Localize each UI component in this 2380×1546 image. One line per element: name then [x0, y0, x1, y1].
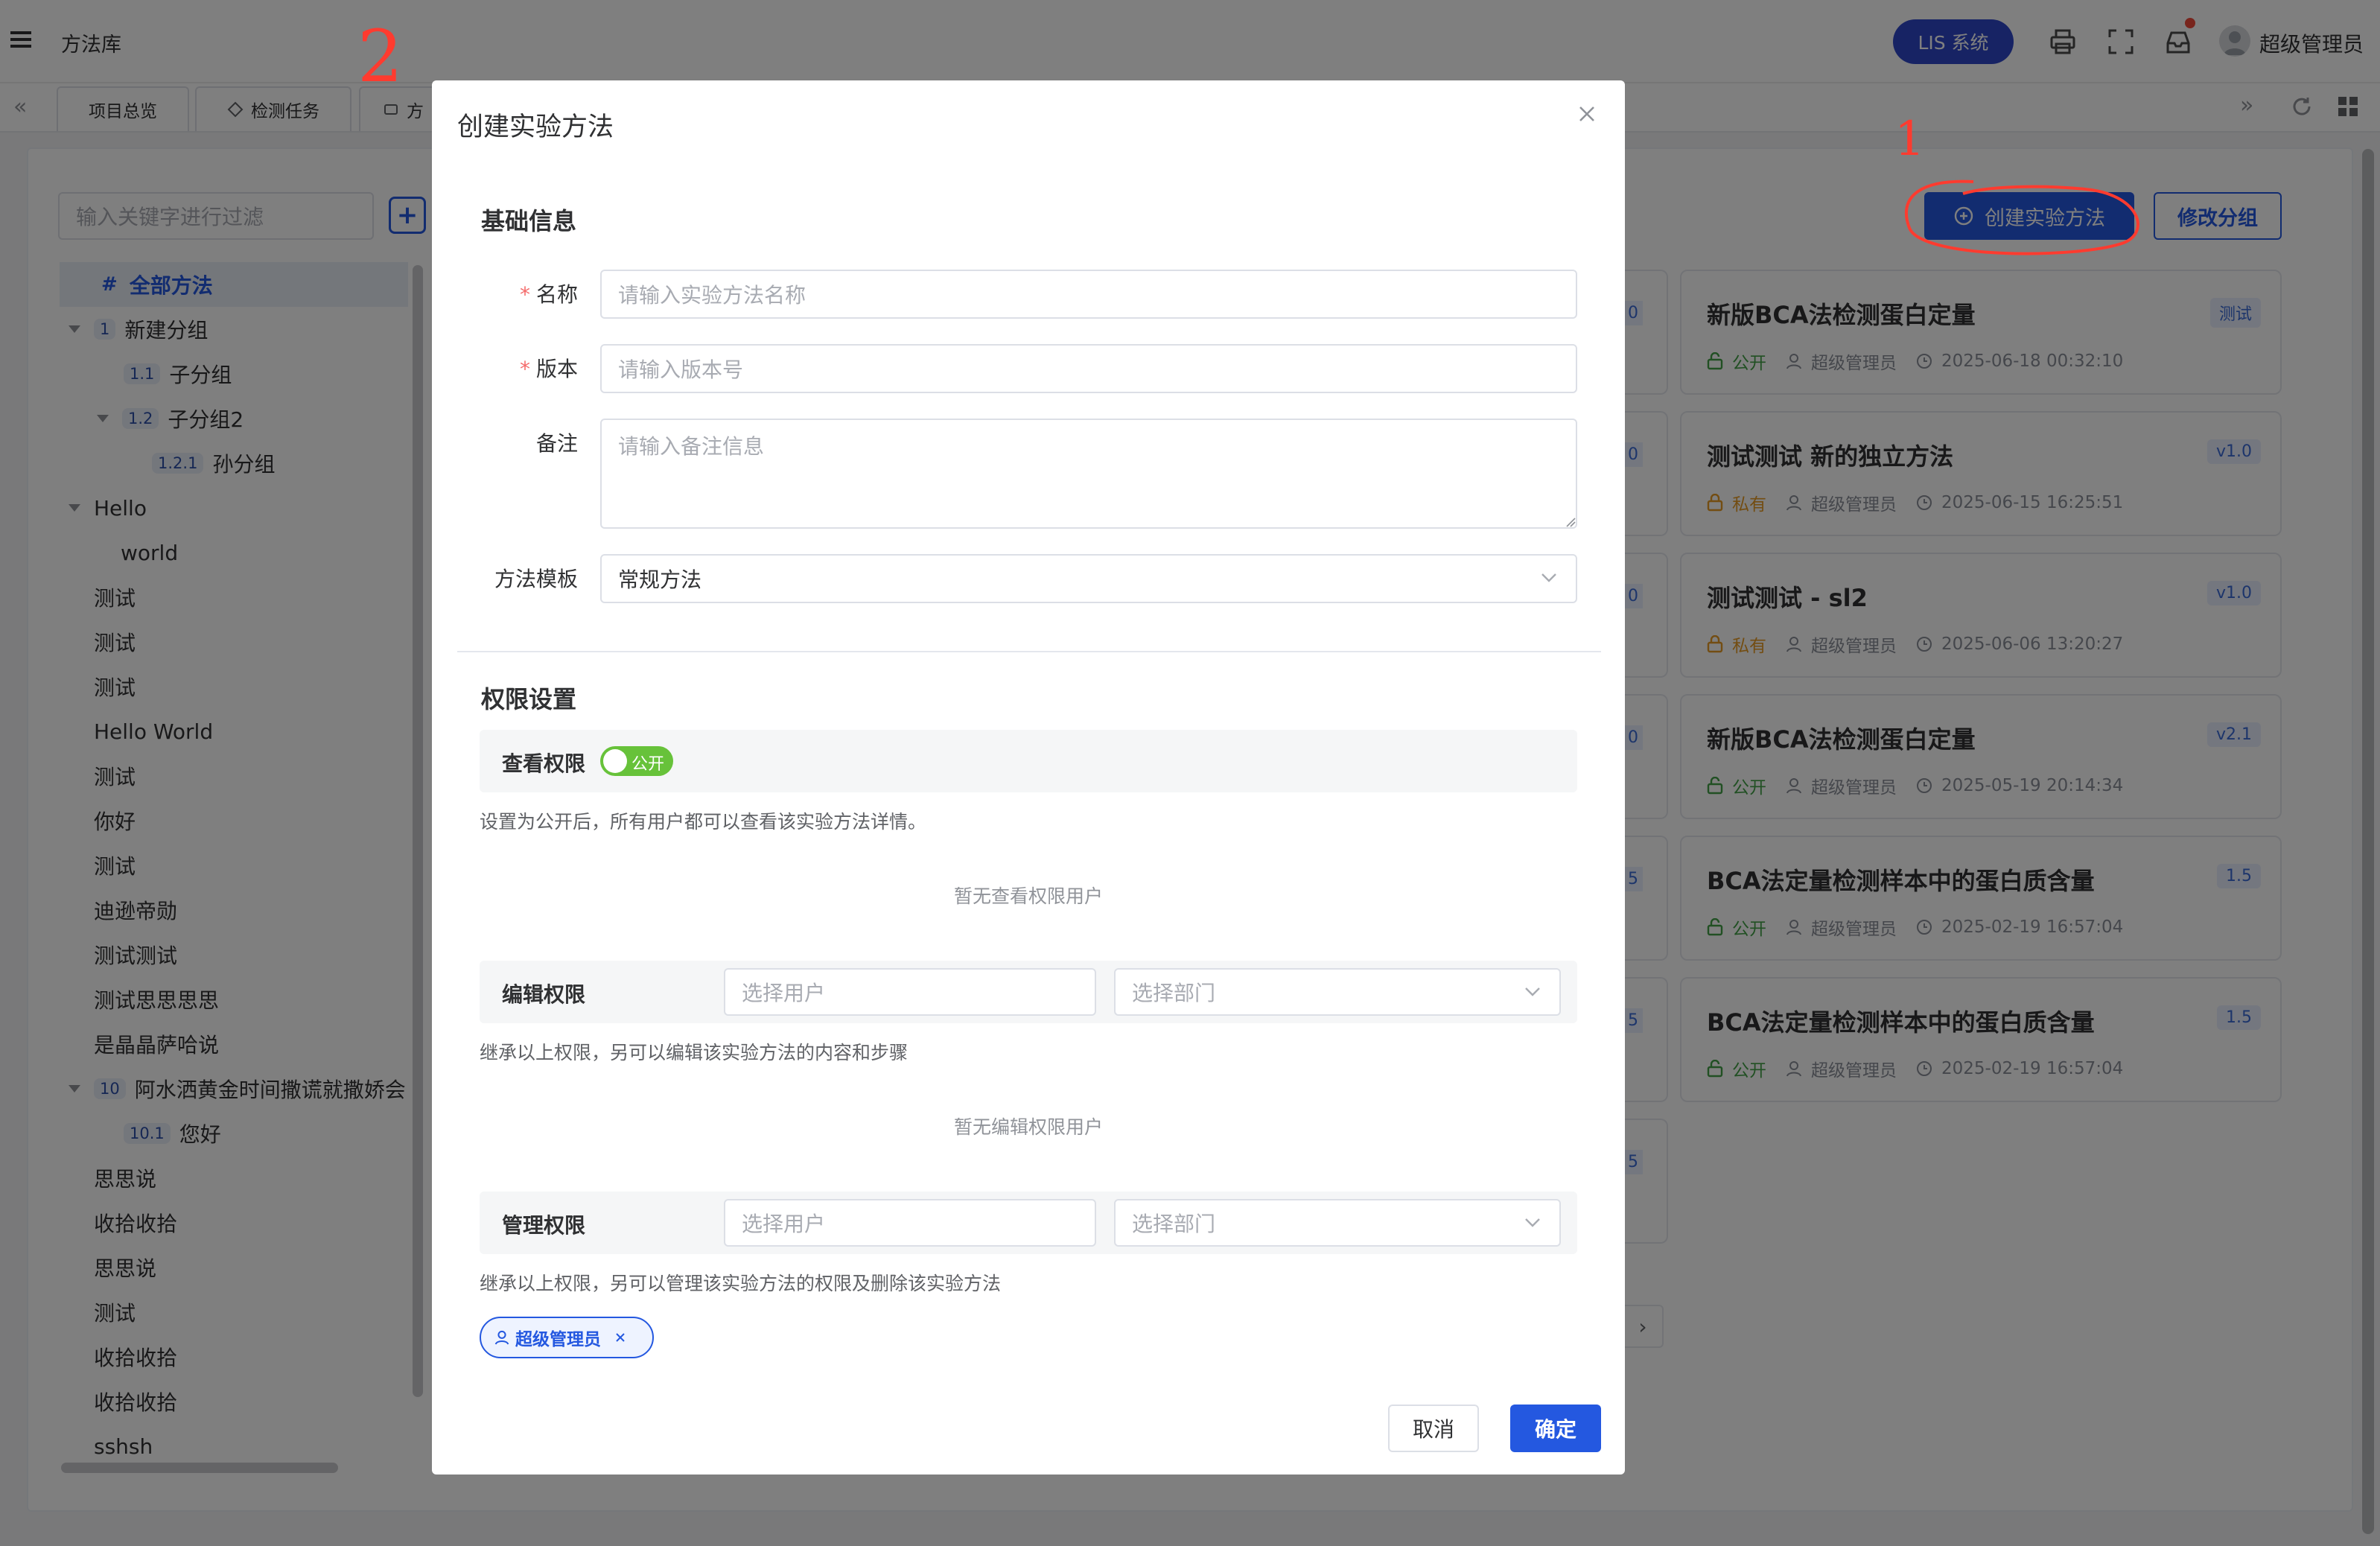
- manage-permission-hint: 继承以上权限，另可以管理该实验方法的权限及删除该实验方法: [480, 1273, 1002, 1294]
- version-label-text: 版本: [535, 357, 578, 381]
- resize-handle-icon[interactable]: [1565, 517, 1576, 527]
- required-mark: *: [519, 282, 530, 307]
- view-permission-empty: 暂无查看权限用户: [953, 885, 1103, 907]
- annotation-number-1: 1: [1894, 112, 1925, 167]
- basic-info-heading: 基础信息: [481, 207, 577, 235]
- manage-dept-placeholder: 选择部门: [1132, 1212, 1216, 1236]
- edit-dept-select[interactable]: 选择部门: [1114, 968, 1561, 1016]
- tag-close-icon[interactable]: [614, 1332, 626, 1343]
- cancel-button[interactable]: 取消: [1388, 1405, 1479, 1452]
- edit-permission-hint: 继承以上权限，另可以编辑该实验方法的内容和步骤: [480, 1042, 909, 1063]
- manager-tag: 超级管理员: [480, 1317, 654, 1358]
- template-selected-value: 常规方法: [618, 567, 702, 592]
- edit-permission-row: 编辑权限 选择用户 选择部门: [480, 961, 1577, 1023]
- manage-dept-select[interactable]: 选择部门: [1114, 1199, 1561, 1247]
- manage-user-select[interactable]: 选择用户: [724, 1199, 1096, 1247]
- chevron-down-icon: [1524, 986, 1541, 998]
- close-icon[interactable]: [1576, 103, 1598, 125]
- manage-permission-label: 管理权限: [502, 1213, 586, 1238]
- user-icon: [494, 1330, 509, 1345]
- template-label: 方法模板: [494, 567, 578, 591]
- note-textarea[interactable]: 请输入备注信息: [600, 419, 1577, 529]
- required-mark: *: [519, 357, 530, 381]
- confirm-button[interactable]: 确定: [1510, 1405, 1601, 1452]
- view-permission-toggle[interactable]: 公开: [600, 746, 673, 776]
- name-label: * 名称: [436, 279, 578, 308]
- chevron-down-icon: [1540, 572, 1558, 584]
- tag-label: 超级管理员: [515, 1330, 601, 1349]
- permission-heading: 权限设置: [481, 685, 577, 713]
- toggle-text: 公开: [631, 755, 665, 774]
- name-input[interactable]: 请输入实验方法名称: [600, 270, 1577, 319]
- edit-dept-placeholder: 选择部门: [1132, 981, 1216, 1005]
- template-select[interactable]: 常规方法: [600, 554, 1577, 603]
- annotation-number-2: 2: [357, 15, 404, 98]
- chevron-down-icon: [1524, 1217, 1541, 1229]
- note-label: 备注: [535, 431, 578, 456]
- view-permission-hint: 设置为公开后，所有用户都可以查看该实验方法详情。: [480, 811, 927, 833]
- manage-permission-row: 管理权限 选择用户 选择部门: [480, 1192, 1577, 1254]
- edit-user-select[interactable]: 选择用户: [724, 968, 1096, 1016]
- edit-permission-label: 编辑权限: [502, 982, 586, 1007]
- annotation-circle: [1891, 171, 2145, 268]
- edit-permission-empty: 暂无编辑权限用户: [953, 1116, 1103, 1138]
- dialog-title: 创建实验方法: [457, 112, 614, 142]
- toggle-knob: [603, 749, 627, 773]
- name-label-text: 名称: [535, 282, 578, 307]
- version-label: * 版本: [436, 353, 578, 383]
- version-input[interactable]: 请输入版本号: [600, 344, 1577, 393]
- view-permission-row: 查看权限 公开: [480, 730, 1577, 792]
- view-permission-label: 查看权限: [502, 751, 586, 776]
- section-divider: [457, 651, 1601, 652]
